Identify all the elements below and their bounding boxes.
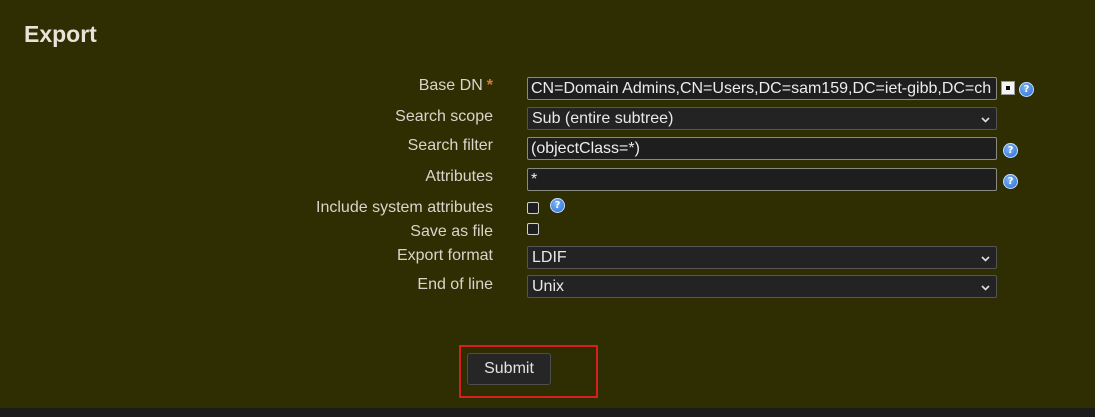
attributes-label: Attributes	[425, 168, 493, 185]
required-marker: *	[486, 77, 493, 94]
entry-picker-icon[interactable]	[1001, 81, 1015, 95]
search-scope-label: Search scope	[395, 108, 493, 125]
chevron-down-icon	[981, 256, 990, 262]
base-dn-input[interactable]: CN=Domain Admins,CN=Users,DC=sam159,DC=i…	[527, 77, 997, 100]
help-icon[interactable]: ?	[1003, 143, 1018, 158]
help-icon[interactable]: ?	[550, 198, 565, 213]
export-format-select[interactable]: LDIF	[527, 246, 997, 269]
end-of-line-value: Unix	[532, 278, 565, 295]
chevron-down-icon	[981, 117, 990, 123]
end-of-line-label: End of line	[417, 276, 493, 293]
include-system-attributes-checkbox[interactable]	[527, 202, 539, 214]
attributes-input[interactable]: *	[527, 168, 997, 191]
search-filter-label: Search filter	[407, 137, 493, 154]
footer-bar	[0, 408, 1095, 417]
save-as-file-checkbox[interactable]	[527, 223, 539, 235]
help-icon[interactable]: ?	[1019, 82, 1034, 97]
export-page: Export Base DN * CN=Domain Admins,CN=User…	[0, 0, 1095, 417]
export-format-value: LDIF	[532, 249, 567, 266]
help-icon[interactable]: ?	[1003, 174, 1018, 189]
chevron-down-icon	[981, 285, 990, 291]
search-filter-input[interactable]: (objectClass=*)	[527, 137, 997, 160]
include-system-attributes-label: Include system attributes	[316, 199, 493, 216]
save-as-file-label: Save as file	[410, 223, 493, 240]
search-scope-select[interactable]: Sub (entire subtree)	[527, 107, 997, 130]
base-dn-label: Base DN *	[419, 77, 493, 95]
end-of-line-select[interactable]: Unix	[527, 275, 997, 298]
submit-button[interactable]: Submit	[467, 353, 551, 385]
page-title: Export	[24, 21, 97, 47]
export-format-label: Export format	[396, 247, 493, 264]
base-dn-label-text: Base DN	[418, 77, 483, 94]
search-scope-value: Sub (entire subtree)	[532, 110, 674, 127]
